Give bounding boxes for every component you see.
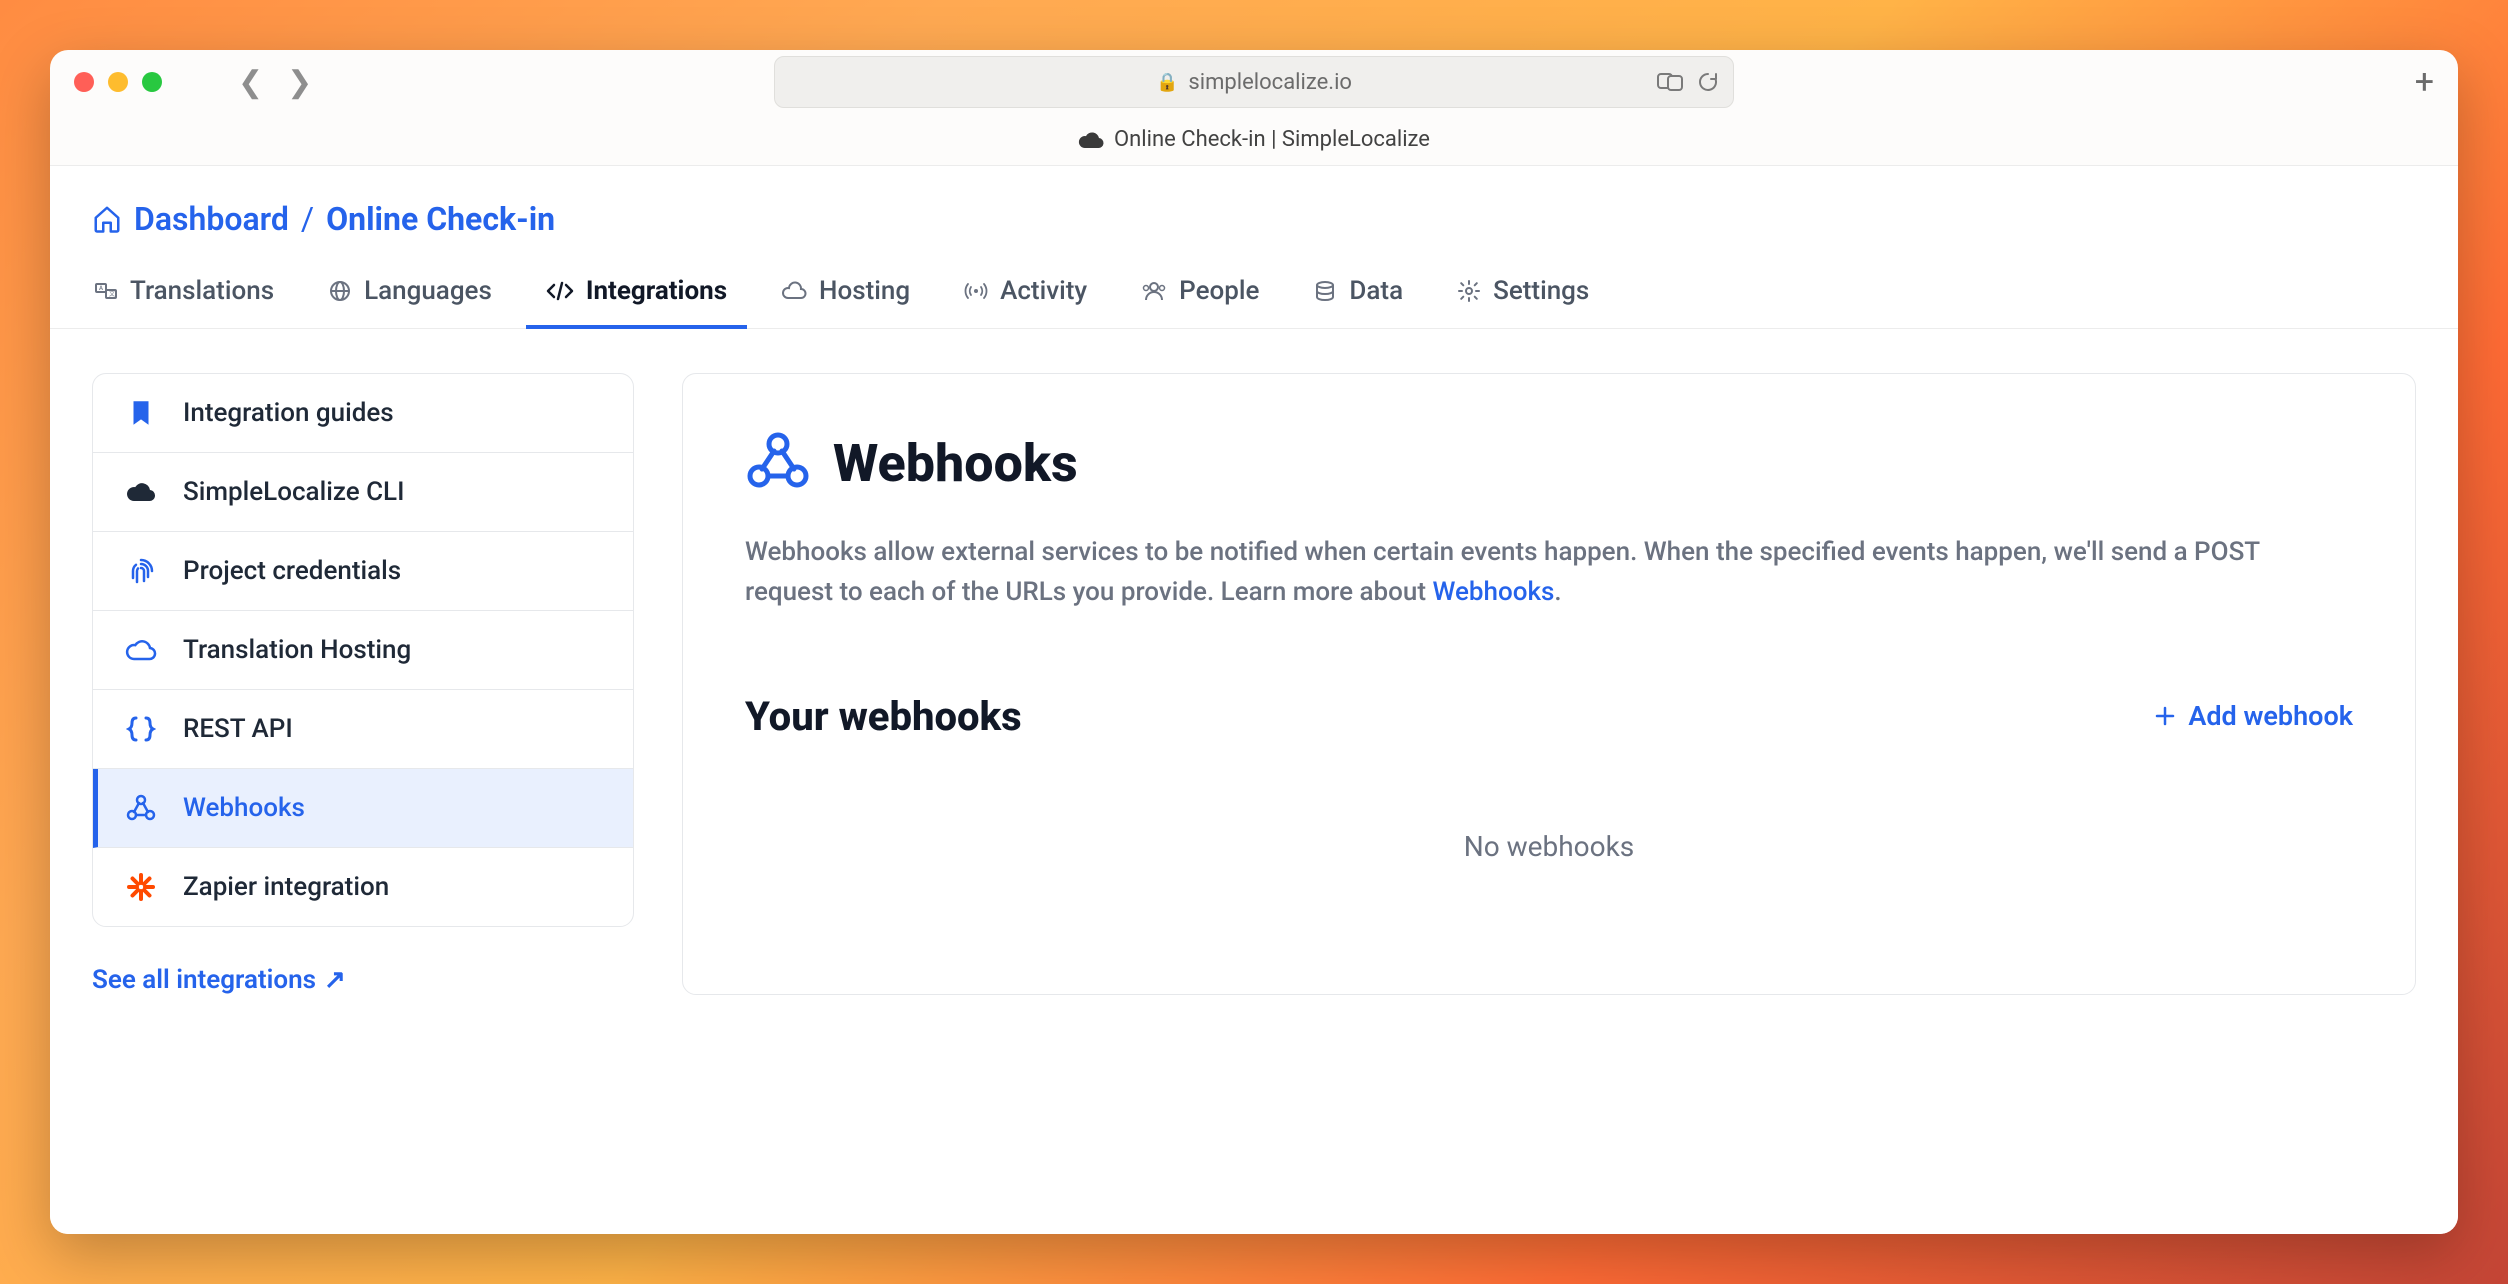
tab-bar: Online Check-in | SimpleLocalize — [50, 114, 2458, 166]
desc-post: . — [1554, 577, 1561, 607]
sidebar-list: Integration guides SimpleLocalize CLI Pr… — [92, 373, 634, 927]
sidebar: Integration guides SimpleLocalize CLI Pr… — [92, 373, 634, 995]
empty-state: No webhooks — [745, 830, 2353, 863]
cloud-solid-icon — [123, 480, 159, 504]
breadcrumb-current[interactable]: Online Check-in — [326, 200, 555, 238]
svg-text:文: 文 — [109, 290, 115, 298]
sidebar-item-rest-api[interactable]: REST API — [93, 690, 633, 769]
signal-icon — [964, 279, 988, 303]
globe-icon — [328, 279, 352, 303]
sidebar-item-hosting[interactable]: Translation Hosting — [93, 611, 633, 690]
browser-window: ❮ ❯ 🔒 simplelocalize.io + Online Check-i… — [50, 50, 2458, 1234]
tab-label: Data — [1349, 276, 1403, 306]
reload-icon[interactable] — [1697, 71, 1719, 93]
back-button[interactable]: ❮ — [238, 65, 263, 100]
translate-icon: A文 — [94, 279, 118, 303]
translate-page-icon[interactable] — [1657, 71, 1683, 93]
breadcrumb: Dashboard / Online Check-in — [50, 166, 2458, 260]
sidebar-item-label: Project credentials — [183, 556, 401, 586]
sidebar-item-credentials[interactable]: Project credentials — [93, 532, 633, 611]
tab-integrations[interactable]: Integrations — [544, 260, 729, 328]
database-icon — [1313, 279, 1337, 303]
tab-label: People — [1179, 276, 1259, 306]
minimize-window-button[interactable] — [108, 72, 128, 92]
maximize-window-button[interactable] — [142, 72, 162, 92]
traffic-lights — [74, 72, 162, 92]
tab-languages[interactable]: Languages — [326, 260, 494, 328]
sidebar-item-cli[interactable]: SimpleLocalize CLI — [93, 453, 633, 532]
plus-icon — [2154, 705, 2176, 727]
tab-activity[interactable]: Activity — [962, 260, 1089, 328]
page-head: Webhooks — [745, 430, 2353, 496]
page-title: Webhooks — [833, 433, 1078, 494]
webhook-icon — [745, 430, 811, 496]
favicon — [1078, 130, 1104, 150]
page-content: Dashboard / Online Check-in A文 Translati… — [50, 166, 2458, 1234]
sidebar-item-label: SimpleLocalize CLI — [183, 477, 404, 507]
body-row: Integration guides SimpleLocalize CLI Pr… — [50, 329, 2458, 995]
tab-label: Languages — [364, 276, 492, 306]
code-icon — [546, 279, 574, 303]
titlebar: ❮ ❯ 🔒 simplelocalize.io + — [50, 50, 2458, 114]
add-webhook-label: Add webhook — [2188, 700, 2353, 732]
page-description: Webhooks allow external services to be n… — [745, 532, 2353, 613]
zapier-icon — [123, 872, 159, 902]
url-text: simplelocalize.io — [1188, 70, 1352, 95]
sidebar-item-integration-guides[interactable]: Integration guides — [93, 374, 633, 453]
home-icon[interactable] — [92, 204, 122, 234]
section-title: Your webhooks — [745, 693, 1022, 740]
new-tab-button[interactable]: + — [2415, 62, 2434, 102]
bookmark-icon — [123, 398, 159, 428]
sidebar-item-label: REST API — [183, 714, 293, 744]
see-all-label: See all integrations — [92, 965, 316, 995]
fingerprint-icon — [123, 556, 159, 586]
add-webhook-button[interactable]: Add webhook — [2154, 700, 2353, 732]
tab-settings[interactable]: Settings — [1455, 260, 1591, 328]
tab-label: Settings — [1493, 276, 1589, 306]
sidebar-item-label: Translation Hosting — [183, 635, 411, 665]
braces-icon — [123, 714, 159, 744]
external-link-icon: ↗ — [324, 965, 346, 995]
forward-button[interactable]: ❯ — [287, 65, 312, 100]
sidebar-item-label: Integration guides — [183, 398, 394, 428]
webhooks-doc-link[interactable]: Webhooks — [1432, 577, 1554, 607]
cloud-outline-icon — [123, 637, 159, 663]
tab-label: Integrations — [586, 276, 727, 306]
sidebar-item-zapier[interactable]: Zapier integration — [93, 848, 633, 926]
sidebar-item-label: Zapier integration — [183, 872, 389, 902]
gear-icon — [1457, 279, 1481, 303]
tab-people[interactable]: People — [1139, 260, 1261, 328]
tab-label: Activity — [1000, 276, 1087, 306]
sidebar-item-label: Webhooks — [183, 793, 305, 823]
address-bar-actions — [1657, 71, 1719, 93]
main-tabs: A文 Translations Languages Integrations H… — [50, 260, 2458, 329]
people-icon — [1141, 279, 1167, 303]
tab-translations[interactable]: A文 Translations — [92, 260, 276, 328]
sidebar-item-webhooks[interactable]: Webhooks — [93, 769, 633, 848]
cloud-icon — [781, 279, 807, 303]
webhook-icon — [123, 793, 159, 823]
see-all-integrations-link[interactable]: See all integrations ↗ — [92, 965, 634, 995]
tab-title[interactable]: Online Check-in | SimpleLocalize — [1114, 127, 1430, 152]
tab-label: Translations — [130, 276, 274, 306]
address-bar[interactable]: 🔒 simplelocalize.io — [774, 56, 1734, 108]
main-panel: Webhooks Webhooks allow external service… — [682, 373, 2416, 995]
lock-icon: 🔒 — [1156, 72, 1178, 93]
tab-data[interactable]: Data — [1311, 260, 1405, 328]
close-window-button[interactable] — [74, 72, 94, 92]
svg-text:A: A — [99, 285, 103, 292]
breadcrumb-separator: / — [301, 200, 314, 238]
tab-label: Hosting — [819, 276, 910, 306]
breadcrumb-root[interactable]: Dashboard — [134, 200, 289, 238]
section-header-row: Your webhooks Add webhook — [745, 693, 2353, 740]
nav-arrows: ❮ ❯ — [238, 65, 312, 100]
tab-hosting[interactable]: Hosting — [779, 260, 912, 328]
